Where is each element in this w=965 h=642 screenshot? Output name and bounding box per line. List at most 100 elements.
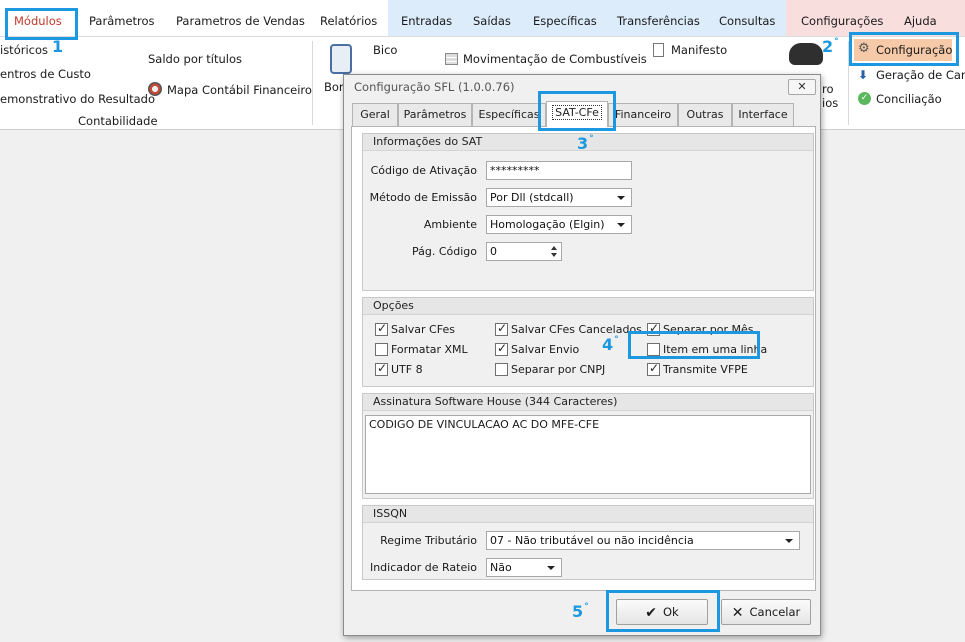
checkbox-label: Transmite VFPE — [663, 363, 748, 376]
step-number-5: 5° — [572, 602, 589, 621]
checkbox-box: ✓ — [647, 321, 660, 336]
regime-tributario-select[interactable]: 07 - Não tributável ou não incidência — [486, 531, 800, 550]
menu-especificas[interactable]: Específicas — [533, 14, 597, 28]
tab-panel: Informações do SAT Código de Ativação **… — [351, 126, 816, 591]
tab-outras[interactable]: Outras — [678, 103, 732, 126]
step-number-3: 3° — [577, 134, 594, 153]
menu-ajuda[interactable]: Ajuda — [904, 14, 937, 28]
ribbon-separator — [312, 41, 313, 125]
configuracao-button[interactable]: ⚙ Configuração — [854, 39, 952, 61]
step-number-text: 2 — [822, 37, 834, 56]
ribbon-mapa-contabil[interactable]: Mapa Contábil Financeiro — [167, 83, 312, 97]
cancelar-button[interactable]: ✕ Cancelar — [721, 599, 811, 625]
close-icon: ✕ — [797, 80, 807, 93]
ambiente-value: Homologação (Elgin) — [490, 218, 605, 231]
indicador-rateio-label: Indicador de Rateio — [369, 561, 477, 574]
checkbox-box: ✓ — [375, 361, 388, 376]
tab-label: Interface — [738, 108, 788, 121]
tab-geral[interactable]: Geral — [352, 103, 398, 126]
degree-mark: ° — [64, 37, 69, 47]
tab-label: Financeiro — [614, 108, 672, 121]
assinatura-value: CODIGO DE VINCULACAO AC DO MFE-CFE — [369, 418, 600, 431]
tab-sat-cfe[interactable]: SAT-CFe — [546, 101, 608, 127]
mapa-contabil-icon — [148, 82, 162, 96]
spin-up-icon[interactable] — [551, 246, 557, 250]
metodo-emissao-label: Método de Emissão — [369, 191, 477, 204]
ribbon-centros-custo[interactable]: entros de Custo — [0, 67, 91, 81]
ok-button[interactable]: ✔ Ok — [616, 599, 708, 625]
check-icon: ✓ — [377, 361, 388, 375]
ambiente-label: Ambiente — [423, 218, 477, 231]
check-icon: ✓ — [497, 341, 508, 355]
checkbox-label: Separar por CNPJ — [511, 363, 606, 376]
fuel-pump-icon — [330, 44, 352, 74]
step-number-text: 3 — [577, 134, 589, 153]
metodo-emissao-select[interactable]: Por Dll (stdcall) — [486, 188, 632, 207]
ribbon-bor[interactable]: Bor — [324, 80, 344, 94]
close-button[interactable]: ✕ — [788, 79, 816, 95]
checkmark-icon: ✔ — [645, 605, 657, 621]
gear-icon: ⚙ — [858, 41, 870, 56]
ribbon-manifesto[interactable]: Manifesto — [671, 43, 727, 57]
menu-saidas[interactable]: Saídas — [473, 14, 511, 28]
spin-down-icon[interactable] — [551, 253, 557, 257]
tab-financeiro[interactable]: Financeiro — [608, 103, 678, 126]
codigo-ativacao-input[interactable]: ********* — [486, 161, 632, 180]
regime-tributario-value: 07 - Não tributável ou não incidência — [490, 534, 694, 547]
checkbox-box: ✓ — [375, 321, 388, 336]
checkbox-label: Salvar CFes — [391, 323, 455, 336]
tab-especificas[interactable]: Específicas — [472, 103, 546, 126]
ribbon-conciliacao[interactable]: Conciliação — [876, 92, 942, 106]
ribbon-historicos[interactable]: istóricos — [0, 43, 48, 57]
menu-consultas[interactable]: Consultas — [719, 14, 775, 28]
step-number-text: 4 — [602, 335, 614, 354]
ribbon-group-contabilidade: Contabilidade — [78, 114, 158, 128]
download-icon: ⬇ — [858, 68, 869, 82]
menu-parametros[interactable]: Parâmetros — [89, 14, 155, 28]
ribbon-saldo-titulos[interactable]: Saldo por títulos — [148, 52, 242, 66]
checkbox-box — [375, 343, 388, 356]
tab-parametros[interactable]: Parâmetros — [398, 103, 472, 126]
manifesto-icon — [653, 43, 664, 57]
menu-configuracoes[interactable]: Configurações — [801, 14, 883, 28]
menu-parametros-vendas[interactable]: Parametros de Vendas — [176, 14, 305, 28]
pag-codigo-value: 0 — [490, 245, 497, 258]
group-sat-info: Informações do SAT Código de Ativação **… — [362, 133, 814, 291]
menu-relatorios[interactable]: Relatórios — [320, 14, 377, 28]
config-dialog: Configuração SFL (1.0.0.76) ✕ Geral Parâ… — [343, 74, 821, 636]
step-number-2: 2° — [822, 37, 839, 56]
check-icon: ✓ — [497, 321, 508, 335]
step-number-1: 1° — [52, 37, 69, 56]
menu-entradas[interactable]: Entradas — [401, 14, 452, 28]
check-circle-icon: ✓ — [858, 92, 871, 105]
ribbon-separator-2 — [848, 41, 849, 125]
ribbon-movimentacao[interactable]: Movimentação de Combustíveis — [463, 52, 647, 66]
step-number-4: 4° — [602, 335, 619, 354]
menu-transferencias[interactable]: Transferências — [617, 14, 700, 28]
tab-label: Geral — [360, 108, 390, 121]
tab-label: Outras — [686, 108, 724, 121]
pag-codigo-stepper[interactable]: 0 — [486, 242, 562, 261]
indicador-rateio-select[interactable]: Não — [486, 558, 562, 577]
check-icon: ✓ — [377, 321, 388, 335]
menu-modulos[interactable]: Módulos — [14, 14, 62, 28]
pag-codigo-label: Pág. Código — [411, 245, 477, 258]
checkbox-label: Separar por Mês — [663, 323, 754, 336]
step-number-text: 5 — [572, 602, 584, 621]
ribbon-bico[interactable]: Bico — [373, 43, 397, 57]
checkbox-box — [647, 343, 660, 356]
ribbon-ro[interactable]: ro — [822, 82, 834, 96]
checkbox-label: Formatar XML — [391, 343, 468, 356]
step-number-text: 1 — [52, 37, 64, 56]
ribbon-demonstrativo[interactable]: emonstrativo do Resultado — [0, 92, 155, 106]
cancelar-label: Cancelar — [749, 605, 801, 619]
checkbox-box: ✓ — [495, 321, 508, 336]
degree-mark: ° — [589, 134, 594, 144]
assinatura-textarea[interactable]: CODIGO DE VINCULACAO AC DO MFE-CFE — [365, 415, 811, 494]
configuracao-label: Configuração — [876, 43, 953, 57]
tab-interface[interactable]: Interface — [732, 103, 794, 126]
ambiente-select[interactable]: Homologação (Elgin) — [486, 215, 632, 234]
ribbon-geracao-carga[interactable]: Geração de Carga — [876, 68, 965, 82]
tab-label: Específicas — [478, 108, 540, 121]
ribbon-ios[interactable]: ios — [822, 96, 838, 110]
